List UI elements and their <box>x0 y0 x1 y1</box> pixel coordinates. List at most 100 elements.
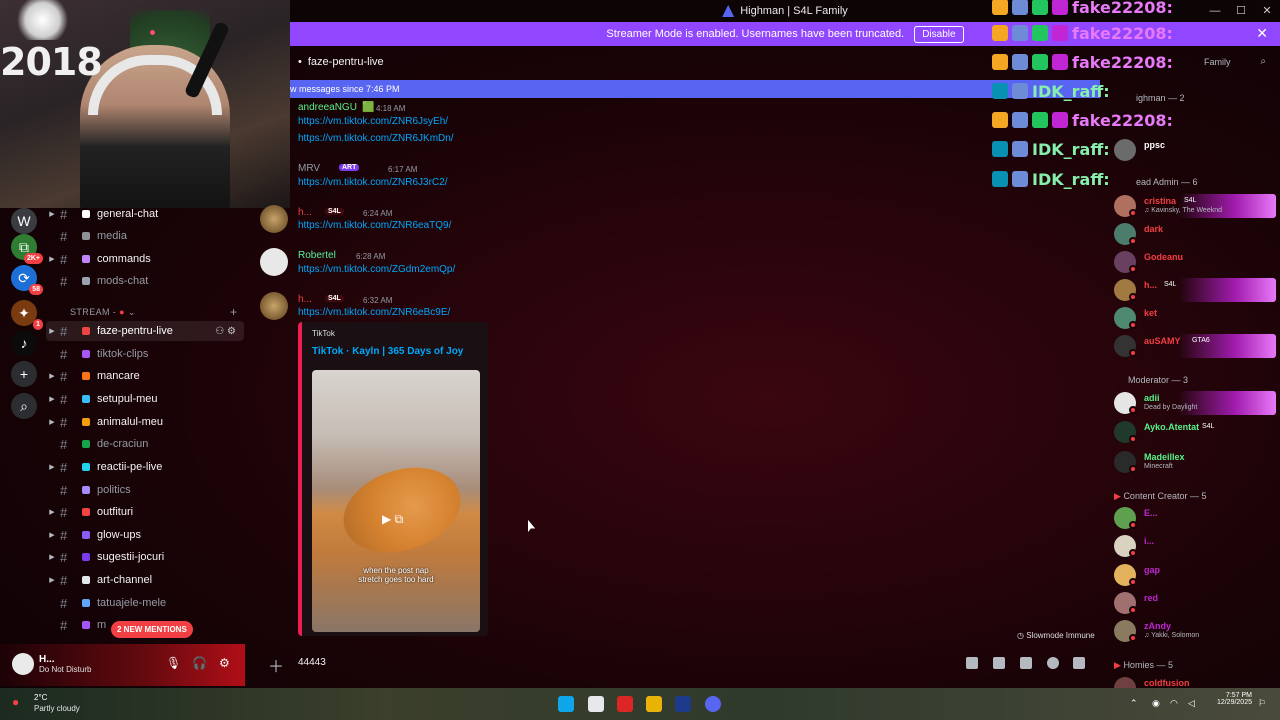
stream-chat-line: fake22208: <box>992 22 1173 44</box>
member-item[interactable]: zAndy ♫ Yakki, Solomon <box>1114 619 1276 643</box>
member-item[interactable]: cristina S4L ♫ Kavinsky, The Weeknd <box>1114 194 1276 218</box>
tiktok-server-icon[interactable]: ♪ <box>11 330 37 356</box>
clock[interactable]: 7:57 PM 12/29/2025 <box>1206 692 1252 706</box>
channel-art-channel[interactable]: ▶ # art-channel <box>46 570 244 590</box>
add-server-icon[interactable]: + <box>11 361 37 387</box>
member-item[interactable]: red <box>1114 591 1276 615</box>
gif-icon[interactable] <box>993 657 1005 669</box>
taskview-icon[interactable] <box>588 696 604 712</box>
notification-icon[interactable]: ⚐ <box>1258 698 1266 709</box>
member-item[interactable]: ppsc <box>1114 138 1276 162</box>
start-icon[interactable] <box>558 696 574 712</box>
channel-tatuajele-mele[interactable]: # tatuajele-mele <box>46 593 244 613</box>
channel-commands[interactable]: ▶ # commands <box>46 249 244 269</box>
maximize-button[interactable]: ☐ <box>1228 0 1254 22</box>
channel-setupul-meu[interactable]: ▶ # setupul-meu <box>46 389 244 409</box>
server-icon[interactable]: W <box>11 208 37 234</box>
channel-settings-icons[interactable]: ⚇ ⚙ <box>215 326 236 337</box>
message-link[interactable]: https://vm.tiktok.com/ZNR6eBc9E/ <box>298 307 450 318</box>
category-stream[interactable]: STREAM - ● ⌄ <box>70 307 136 318</box>
avatar[interactable] <box>260 205 288 233</box>
channel-animalul-meu[interactable]: ▶ # animalul-meu <box>46 412 244 432</box>
message-author[interactable]: Robertel <box>298 250 336 261</box>
channel-emoji-icon <box>82 463 90 471</box>
member-item[interactable]: h... S4L <box>1114 278 1276 302</box>
channel-emoji-icon <box>82 440 90 448</box>
member-item[interactable]: i... <box>1114 534 1276 558</box>
message-author[interactable]: h... <box>298 294 312 305</box>
message-link[interactable]: https://vm.tiktok.com/ZNR6JsyEh/ <box>298 116 448 127</box>
channel-emoji-icon <box>82 210 90 218</box>
embed-title[interactable]: TikTok · Kayln | 365 Days of Joy <box>312 346 463 357</box>
headphones-icon[interactable]: 🎧 <box>192 656 207 670</box>
new-mentions-pill[interactable]: 2 NEW MENTIONS <box>111 621 193 638</box>
channel-tiktok-clips[interactable]: # tiktok-clips <box>46 344 244 364</box>
close-window-button[interactable]: ✕ <box>1254 0 1280 22</box>
member-item[interactable]: E... <box>1114 506 1276 530</box>
channel-emoji-icon <box>82 277 90 285</box>
minimize-button[interactable]: — <box>1202 0 1228 22</box>
member-item[interactable]: dark <box>1114 222 1276 246</box>
wifi-icon[interactable]: ◠ <box>1170 698 1178 709</box>
avatar[interactable] <box>260 292 288 320</box>
disable-streamer-mode-button[interactable]: Disable <box>914 25 964 43</box>
video-thumbnail[interactable]: ▶ ⧉ when the post nap stretch goes too h… <box>312 370 480 632</box>
message-link[interactable]: https://vm.tiktok.com/ZNR6J3rC2/ <box>298 177 447 188</box>
channel-de-craciun[interactable]: # de-craciun <box>46 434 244 454</box>
message-link[interactable]: https://vm.tiktok.com/ZGdm2emQp/ <box>298 264 455 275</box>
member-item[interactable]: gap <box>1114 563 1276 587</box>
member-item[interactable]: Godeanu <box>1114 250 1276 274</box>
channel-mods-chat[interactable]: # mods-chat <box>46 271 244 291</box>
discover-icon[interactable]: ⌕ <box>11 393 37 419</box>
new-messages-banner[interactable]: w messages since 7:46 PM <box>290 80 1100 98</box>
message-link[interactable]: https://vm.tiktok.com/ZNR6JKmDn/ <box>298 133 454 144</box>
avatar[interactable] <box>12 653 34 675</box>
tray-chevron-icon[interactable]: ⌃ <box>1130 698 1138 709</box>
channel-mancare[interactable]: ▶ # mancare <box>46 366 244 386</box>
add-channel-icon[interactable]: + <box>230 305 237 319</box>
message-author[interactable]: andreeaNGU <box>298 102 357 113</box>
message-link[interactable]: https://vm.tiktok.com/ZNR6eaTQ9/ <box>298 220 451 231</box>
discord-taskbar-icon[interactable] <box>705 696 721 712</box>
brave-browser-icon[interactable] <box>617 696 633 712</box>
channel-politics[interactable]: # politics <box>46 480 244 500</box>
channel-glow-ups[interactable]: ▶ # glow-ups <box>46 525 244 545</box>
steam-icon[interactable] <box>675 696 691 712</box>
network-icon[interactable]: ◉ <box>1152 698 1160 709</box>
sticker-icon[interactable] <box>1020 657 1032 669</box>
channel-outfituri[interactable]: ▶ # outfituri <box>46 502 244 522</box>
attach-plus-icon[interactable]: ＋ <box>268 653 284 677</box>
unread-badge: 1 <box>33 319 43 330</box>
channel-faze-pentru-live[interactable]: ▶ # faze-pentru-live ⚇ ⚙ <box>46 321 244 341</box>
member-item[interactable]: auSAMY GTA6 <box>1114 334 1276 358</box>
message-input-bar[interactable]: ＋ 44443 <box>258 648 1098 678</box>
member-item[interactable]: Ayko.Atentat S4L <box>1114 420 1276 444</box>
search-input[interactable]: Family ⌕ <box>1180 53 1272 71</box>
member-item[interactable]: ket <box>1114 306 1276 330</box>
server-icon[interactable]: ✦ 1 <box>11 300 43 330</box>
expand-caret-icon: ▶ <box>49 256 55 263</box>
apps-icon[interactable] <box>1073 657 1085 669</box>
volume-icon[interactable]: ◁ <box>1188 698 1195 709</box>
channel-reactii-pe-live[interactable]: ▶ # reactii-pe-live <box>46 457 244 477</box>
emoji-icon[interactable] <box>1047 657 1059 669</box>
play-icon[interactable]: ▶ ⧉ <box>382 512 403 527</box>
channel-general-chat[interactable]: ▶ # general-chat <box>46 204 244 224</box>
message-author[interactable]: h... <box>298 207 312 218</box>
channel-sugestii-jocuri[interactable]: ▶ # sugestii-jocuri <box>46 547 244 567</box>
member-item[interactable]: Madeillex Minecraft <box>1114 450 1276 474</box>
server-icon[interactable]: ⧉ 2K+ <box>11 234 43 264</box>
file-explorer-icon[interactable] <box>646 696 662 712</box>
message-author[interactable]: MRV <box>298 163 320 174</box>
gear-icon[interactable]: ⚙ <box>219 656 230 670</box>
message-input[interactable]: 44443 <box>298 657 326 668</box>
gift-icon[interactable] <box>966 657 978 669</box>
user-status: Do Not Disturb <box>39 665 92 674</box>
channel-media[interactable]: # media <box>46 226 244 246</box>
microphone-icon[interactable]: 🎙 <box>166 656 181 670</box>
server-icon[interactable]: ⟳ 58 <box>11 265 43 295</box>
close-banner-icon[interactable]: ✕ <box>1256 25 1268 42</box>
avatar[interactable] <box>260 248 288 276</box>
member-item[interactable]: coldfusion <box>1114 676 1276 688</box>
member-item[interactable]: adii Dead by Daylight <box>1114 391 1276 415</box>
